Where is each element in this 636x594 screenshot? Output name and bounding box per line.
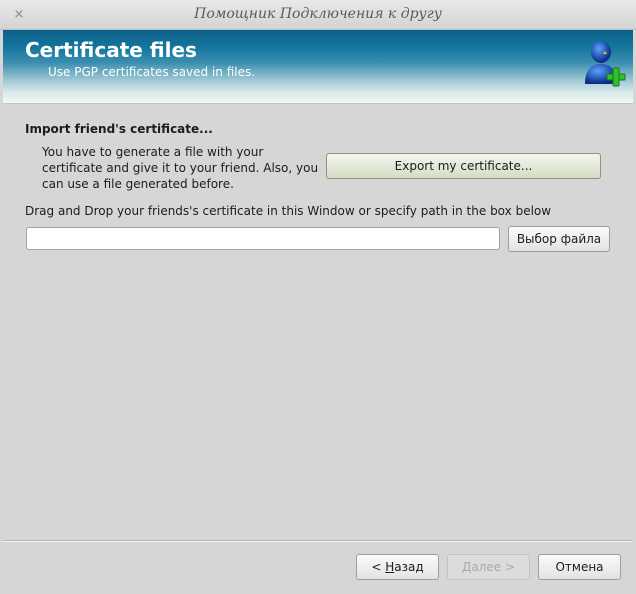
drag-drop-instructions: Drag and Drop your friends's certificate… — [25, 204, 552, 218]
import-heading: Import friend's certificate... — [25, 122, 213, 136]
back-button-prefix: < — [371, 560, 386, 574]
user-add-icon — [585, 41, 626, 87]
certificate-path-input[interactable] — [26, 227, 500, 250]
page-subtitle: Use PGP certificates saved in files. — [48, 65, 256, 79]
wizard-content: Import friend's certificate... You have … — [0, 104, 636, 540]
wizard-banner: Certificate files Use PGP certificates s… — [3, 30, 633, 104]
window-title: Помощник Подключения к другу — [194, 6, 442, 22]
cancel-button[interactable]: Отмена — [538, 554, 621, 580]
browse-file-button[interactable]: Выбор файла — [508, 226, 610, 252]
page-title: Certificate files — [25, 38, 197, 62]
wizard-footer: < Назад Далее > Отмена — [0, 542, 636, 594]
back-button-mnemonic: Н — [385, 560, 395, 574]
back-button-rest: азад — [394, 560, 424, 574]
info-text: You have to generate a file with your ce… — [42, 145, 319, 191]
back-button[interactable]: < Назад — [356, 554, 439, 580]
next-button[interactable]: Далее > — [447, 554, 530, 580]
export-certificate-button[interactable]: Export my certificate... — [326, 153, 601, 179]
title-bar: × Помощник Подключения к другу — [0, 0, 636, 30]
next-button-rest: алее > — [471, 560, 516, 574]
next-button-mnemonic: Д — [461, 560, 472, 574]
